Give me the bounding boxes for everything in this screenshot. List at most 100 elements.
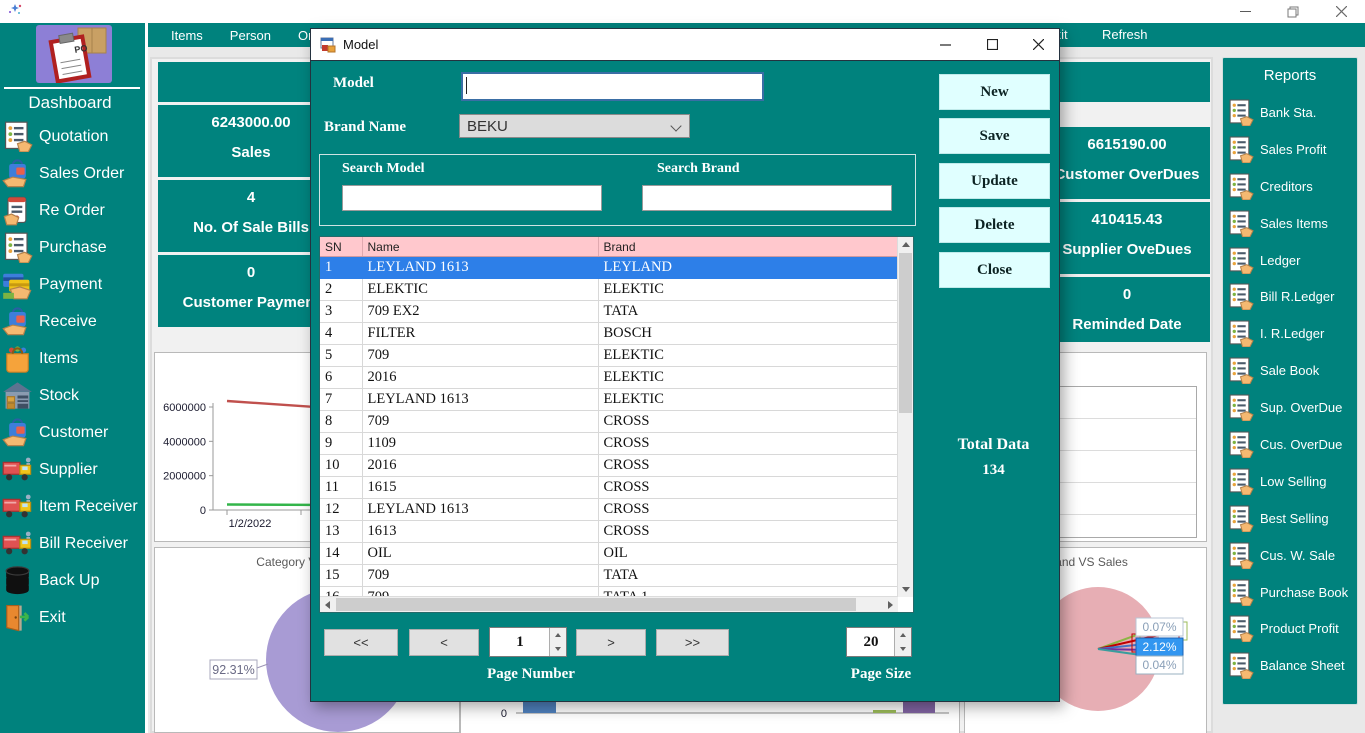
table-row[interactable]: 2ELEKTICELEKTIC [320,279,898,301]
table-row[interactable]: 1LEYLAND 1613LEYLAND [320,257,898,279]
search-model-input[interactable] [342,185,602,211]
sidebar-item-items[interactable]: Items [2,340,145,377]
table-row[interactable]: 7LEYLAND 1613ELEKTIC [320,389,898,411]
table-row[interactable]: 131613CROSS [320,521,898,543]
report-item-sales-profit[interactable]: Sales Profit [1227,131,1357,168]
scroll-down-icon[interactable] [898,582,913,597]
column-header-brand[interactable]: Brand [598,237,898,257]
sidebar-item-exit[interactable]: Exit [2,599,145,636]
sidebar-item-item-receiver[interactable]: Item Receiver [2,488,145,525]
table-row[interactable]: 62016ELEKTIC [320,367,898,389]
scroll-right-icon[interactable] [883,597,898,612]
horizontal-scrollbar[interactable] [320,596,898,612]
next-page-button[interactable]: > [576,629,646,656]
spin-down-icon[interactable] [894,642,911,656]
last-page-button[interactable]: >> [656,629,729,656]
sidebar-item-supplier[interactable]: Supplier [2,451,145,488]
search-brand-label: Search Brand [657,161,740,177]
table-cell: LEYLAND 1613 [362,499,598,521]
menu-item-items[interactable]: Items [171,28,203,43]
truck-icon [2,491,33,522]
menu-item-refresh[interactable]: Refresh [1102,27,1148,42]
report-item-product-profit[interactable]: Product Profit [1227,610,1357,647]
table-row[interactable]: 111615CROSS [320,477,898,499]
model-dialog-titlebar[interactable]: Model [311,29,1059,61]
window-minimize-button[interactable] [1230,2,1260,21]
spin-up-icon[interactable] [894,628,911,643]
table-row[interactable]: 15709TATA [320,565,898,587]
sidebar-item-back-up[interactable]: Back Up [2,562,145,599]
search-brand-input[interactable] [642,185,892,211]
dialog-close-button[interactable] [1023,33,1053,55]
report-item-bill-r-ledger[interactable]: Bill R.Ledger [1227,278,1357,315]
horizontal-scroll-thumb[interactable] [336,598,856,611]
sidebar-item-dashboard[interactable]: Dashboard [0,93,140,113]
sidebar-item-bill-receiver[interactable]: Bill Receiver [2,525,145,562]
models-grid-viewport[interactable]: SNNameBrand 1LEYLAND 1613LEYLAND2ELEKTIC… [320,237,898,597]
table-row[interactable]: 14OILOIL [320,543,898,565]
new-button[interactable]: New [939,74,1050,110]
window-close-button[interactable] [1326,2,1356,21]
table-row[interactable]: 102016CROSS [320,455,898,477]
table-row[interactable]: 91109CROSS [320,433,898,455]
window-restore-button[interactable] [1278,2,1308,21]
scroll-left-icon[interactable] [320,597,335,612]
column-header-sn[interactable]: SN [320,237,362,257]
model-input[interactable] [461,72,764,101]
report-item-i-r-ledger[interactable]: I. R.Ledger [1227,315,1357,352]
prev-page-button[interactable]: < [409,629,479,656]
update-button[interactable]: Update [939,163,1050,199]
reminded-date-label: Reminded Date [1044,316,1210,333]
bag-hand-icon [2,158,33,189]
vertical-scroll-thumb[interactable] [899,253,912,413]
dialog-minimize-button[interactable] [930,33,960,55]
dialog-maximize-button[interactable] [977,33,1007,55]
table-row[interactable]: 8709CROSS [320,411,898,433]
table-row[interactable]: 5709ELEKTIC [320,345,898,367]
report-item-creditors[interactable]: Creditors [1227,168,1357,205]
sidebar-item-purchase[interactable]: Purchase [2,229,145,266]
table-row[interactable]: 12LEYLAND 1613CROSS [320,499,898,521]
vertical-scrollbar[interactable] [897,237,913,597]
report-item-ledger[interactable]: Ledger [1227,242,1357,279]
main-titlebar[interactable] [0,0,1365,23]
report-item-balance-sheet[interactable]: Balance Sheet [1227,647,1357,684]
first-page-button[interactable]: << [324,629,398,656]
sidebar-item-customer[interactable]: Customer [2,414,145,451]
table-cell: TATA [598,301,898,323]
delete-button[interactable]: Delete [939,207,1050,243]
column-header-name[interactable]: Name [362,237,598,257]
table-cell: 1 [320,257,362,279]
report-item-sup-overdue[interactable]: Sup. OverDue [1227,389,1357,426]
scroll-up-icon[interactable] [898,237,913,252]
spin-down-icon[interactable] [549,642,566,656]
report-item-best-selling[interactable]: Best Selling [1227,500,1357,537]
report-item-cus-w-sale[interactable]: Cus. W. Sale [1227,537,1357,574]
models-table-header[interactable]: SNNameBrand [320,237,898,257]
table-row[interactable]: 3709 EX2TATA [320,301,898,323]
spin-up-icon[interactable] [549,628,566,643]
sidebar-item-sales-order[interactable]: Sales Order [2,155,145,192]
sidebar-item-stock[interactable]: Stock [2,377,145,414]
sidebar-item-receive[interactable]: Receive [2,303,145,340]
page-number-spinner[interactable]: 1 [489,627,567,657]
sidebar-item-payment[interactable]: Payment [2,266,145,303]
table-row[interactable]: 4FILTERBOSCH [320,323,898,345]
sidebar-item-label: Payment [39,276,102,294]
page-size-spinner[interactable]: 20 [846,627,912,657]
report-item-bank-sta[interactable]: Bank Sta. [1227,94,1357,131]
report-item-low-selling[interactable]: Low Selling [1227,463,1357,500]
close-button[interactable]: Close [939,252,1050,288]
brand-name-select[interactable]: BEKU [459,114,690,138]
report-item-label: Ledger [1260,253,1300,268]
sidebar-item-quotation[interactable]: Quotation [2,118,145,155]
table-cell: CROSS [598,477,898,499]
sidebar-item-re-order[interactable]: Re Order [2,192,145,229]
report-item-sale-book[interactable]: Sale Book [1227,352,1357,389]
report-item-cus-overdue[interactable]: Cus. OverDue [1227,426,1357,463]
sidebar-item-label: Back Up [39,572,99,590]
report-item-sales-items[interactable]: Sales Items [1227,205,1357,242]
report-item-purchase-book[interactable]: Purchase Book [1227,574,1357,611]
save-button[interactable]: Save [939,118,1050,154]
menu-item-person[interactable]: Person [230,28,271,43]
